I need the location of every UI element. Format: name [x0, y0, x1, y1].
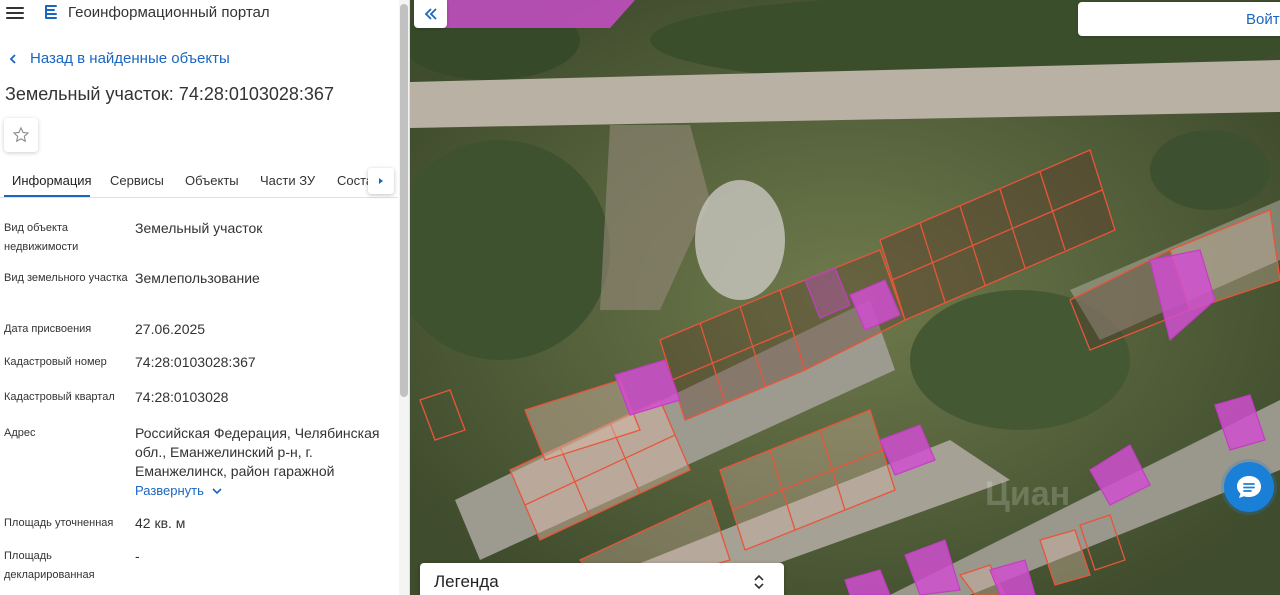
- tabs-next-button[interactable]: [368, 168, 394, 194]
- info-value: Землепользование: [135, 270, 260, 286]
- tab-parts[interactable]: Части ЗУ: [260, 173, 315, 188]
- info-value: 74:28:0103028: [135, 389, 229, 405]
- chat-button[interactable]: [1224, 462, 1274, 512]
- portal-logo-icon: [45, 5, 57, 19]
- legend-panel[interactable]: Легенда: [420, 563, 784, 595]
- info-value: 42 кв. м: [135, 515, 186, 531]
- info-label: Адрес: [4, 427, 36, 439]
- legend-title: Легенда: [434, 572, 499, 591]
- info-value: Земельный участок: [135, 220, 263, 236]
- tab-objects[interactable]: Объекты: [185, 173, 239, 188]
- info-label: Вид земельного участка: [4, 272, 128, 284]
- chevron-left-icon: [9, 53, 16, 64]
- caret-right-icon: [379, 178, 383, 184]
- expand-label: Развернуть: [135, 483, 204, 498]
- satellite-map-layer: Циан: [410, 0, 1280, 595]
- object-title: Земельный участок: 74:28:0103028:367: [5, 84, 334, 104]
- favorite-button[interactable]: [4, 118, 38, 152]
- chat-bubble-icon: [1237, 476, 1261, 498]
- info-label: Площадь уточненная: [4, 517, 114, 529]
- star-outline-icon: [12, 126, 30, 143]
- info-value: Российская Федерация, Челябинская обл., …: [135, 424, 390, 500]
- tab-bar: Информация Сервисы Объекты Части ЗУ Сост…: [0, 164, 398, 198]
- portal-title: Геоинформационный портал: [68, 4, 270, 21]
- info-label: Кадастровый квартал: [4, 391, 115, 403]
- chevron-down-icon: [212, 487, 222, 494]
- map-watermark: Циан: [985, 475, 1070, 513]
- collapse-panel-button[interactable]: [414, 0, 447, 28]
- back-to-results-link[interactable]: Назад в найденные объекты: [8, 50, 230, 67]
- map-view[interactable]: Циан: [410, 0, 1280, 595]
- hamburger-icon[interactable]: [6, 5, 24, 21]
- info-label: Кадастровый номер: [4, 356, 107, 368]
- login-button[interactable]: Войти: [1078, 2, 1280, 36]
- info-panel: Геоинформационный портал Назад в найденн…: [0, 0, 410, 595]
- chevron-up-down-icon: [754, 574, 764, 590]
- info-label: Площадь декларированная: [4, 550, 95, 581]
- panel-header: Геоинформационный портал: [0, 0, 400, 28]
- tab-services[interactable]: Сервисы: [110, 173, 164, 188]
- double-chevron-left-icon: [424, 8, 437, 20]
- active-tab-indicator: [4, 195, 90, 197]
- info-label: Вид объекта недвижимости: [4, 222, 79, 253]
- tab-information[interactable]: Информация: [12, 173, 92, 188]
- info-value: 27.06.2025: [135, 321, 206, 337]
- address-text: Российская Федерация, Челябинская обл., …: [135, 425, 380, 479]
- expand-address-link[interactable]: Развернуть: [135, 481, 224, 500]
- info-value: 74:28:0103028:367: [135, 354, 256, 370]
- back-link-label: Назад в найденные объекты: [30, 50, 230, 67]
- scrollbar-thumb[interactable]: [400, 4, 408, 397]
- info-value: -: [135, 548, 140, 564]
- info-label: Дата присвоения: [4, 323, 92, 335]
- panel-scrollbar[interactable]: [399, 0, 409, 595]
